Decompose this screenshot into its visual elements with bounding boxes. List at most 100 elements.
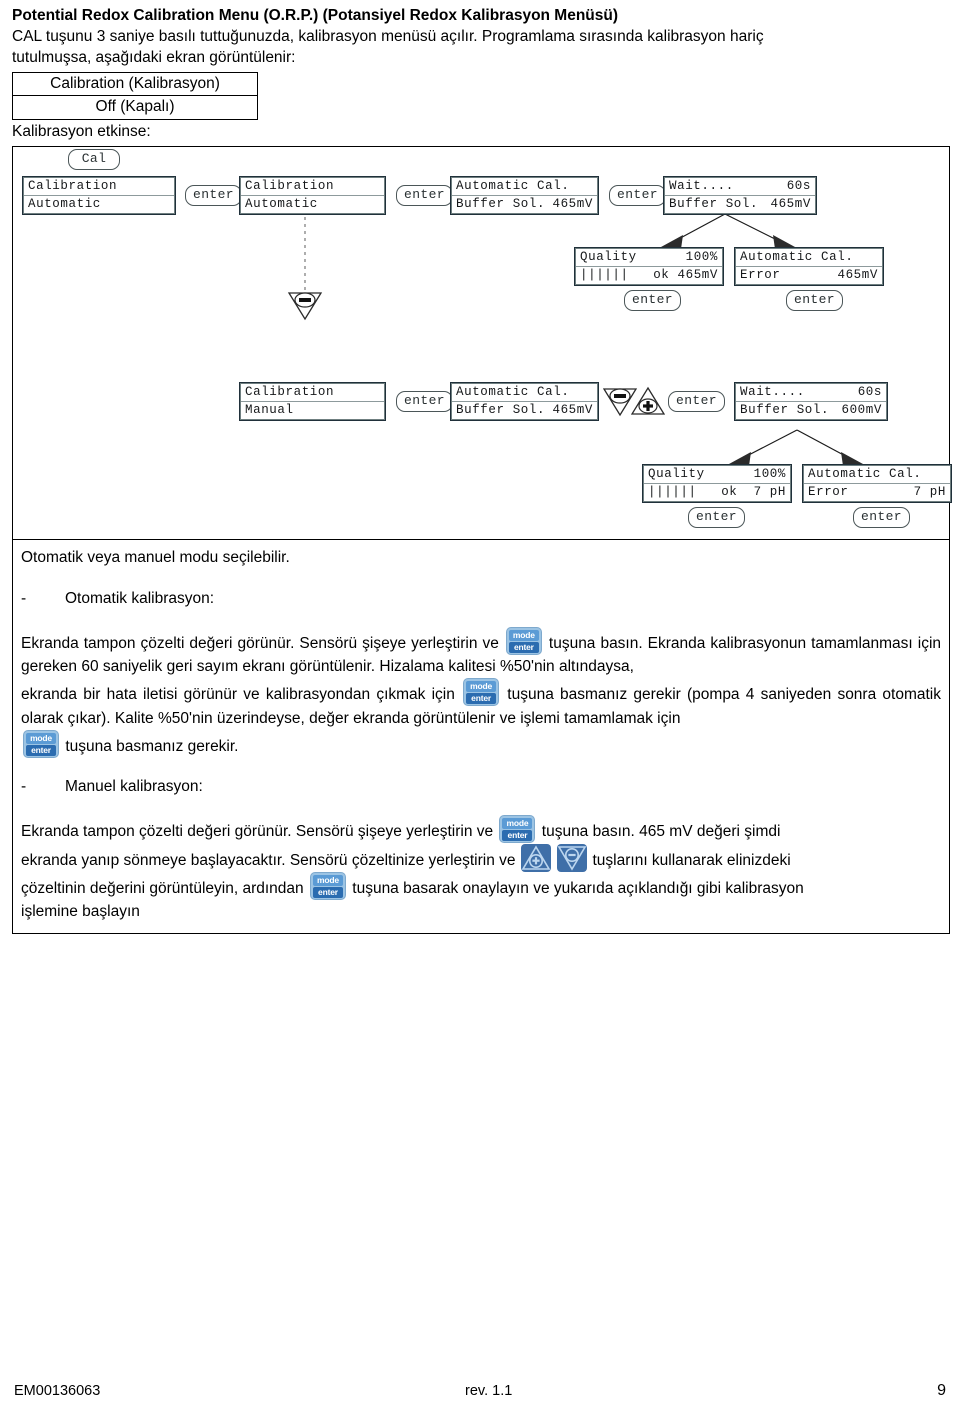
auto-p2-text-a: ekranda bir hata iletisi görünür ve kali… (21, 686, 455, 704)
lcd-auto-wait-line1-left: Wait.... (669, 179, 734, 194)
enter-key-error-auto[interactable]: enter (786, 290, 844, 312)
man-p1-text-a: Ekranda tampon çözelti değeri görünür. S… (21, 823, 494, 841)
lcd-auto-quality-line1-left: Quality (580, 250, 637, 265)
minus-key-icon-1[interactable] (287, 289, 323, 326)
mode-enter-key-top-label: mode (502, 818, 533, 830)
paragraph-auto-2: ekranda bir hata iletisi görünür ve kali… (21, 678, 941, 730)
mode-enter-key-bottom-label: enter (312, 886, 343, 898)
mode-enter-key-icon[interactable]: mode enter (23, 729, 59, 758)
mode-enter-key-icon[interactable]: mode enter (309, 871, 346, 900)
bullet-dash-auto: - (21, 589, 27, 607)
intro-line-1: CAL tuşunu 3 saniye basılı tuttuğunuzda,… (12, 28, 764, 46)
paragraph-manual-3: çözeltinin değerini görüntüleyin, ardınd… (21, 871, 941, 900)
lcd-manual-quality-line1-right: 100% (753, 467, 786, 482)
page-title: Potential Redox Calibration Menu (O.R.P.… (12, 7, 619, 24)
man-p2-text-a: ekranda yanıp sönmeye başlayacaktır. Sen… (21, 851, 516, 869)
mode-enter-key-top-label: mode (508, 629, 539, 641)
enter-key-quality-manual[interactable]: enter (688, 507, 746, 529)
lcd-auto-error-line2-left: Error (740, 268, 781, 283)
lcd-auto-quality-line2-right: ok 465mV (653, 268, 718, 283)
menu-row-calibration: Calibration (Kalibrasyon) (50, 74, 220, 92)
man-p3-text-b: tuşuna basarak onaylayın ve yukarıda açı… (352, 879, 804, 897)
lcd-auto-2-line1: Calibration (245, 179, 335, 194)
lcd-manual-error: Automatic Cal. Error 7 pH (802, 464, 952, 504)
enter-key-4[interactable]: enter (396, 391, 454, 413)
paragraph-manual-4: işlemine başlayın (21, 903, 140, 921)
content-frame: Cal Calibration Automatic enter Calibrat… (12, 146, 952, 935)
enter-key-1[interactable]: enter (185, 185, 243, 207)
enter-key-3[interactable]: enter (609, 185, 667, 207)
lcd-manual-screen-1: Calibration Manual (239, 382, 386, 422)
plus-key-icon[interactable] (630, 385, 666, 422)
menu-display-box: Calibration (Kalibrasyon) Off (Kapalı) (12, 71, 258, 121)
lcd-auto-screen-1: Calibration Automatic (22, 176, 176, 216)
lcd-auto-error-line1: Automatic Cal. (740, 250, 854, 265)
lcd-manual-2-line1: Automatic Cal. (456, 385, 570, 400)
paragraph-auto-3: mode enter tuşuna basmanız gerekir. (21, 729, 941, 758)
mode-enter-key-icon[interactable]: mode enter (463, 678, 500, 707)
lcd-manual-quality-bars: |||||| (648, 485, 697, 500)
lcd-manual-screen-2: Automatic Cal. Buffer Sol. 465mV (450, 382, 599, 422)
mode-enter-key-icon[interactable]: mode enter (499, 815, 536, 844)
intro-paragraph: CAL tuşunu 3 saniye basılı tuttuğunuzda,… (12, 27, 950, 68)
lcd-manual-error-line1: Automatic Cal. (808, 467, 922, 482)
down-arrow-minus-key-icon[interactable] (557, 843, 588, 872)
instructions-intro: Otomatik veya manuel modu seçilebilir. (21, 549, 290, 567)
man-p1-text-b: tuşuna basın. 465 mV değeri şimdi (541, 823, 781, 841)
document-page: Potential Redox Calibration Menu (O.R.P.… (0, 0, 960, 1422)
mode-enter-key-top-label: mode (466, 681, 497, 693)
bullet-dash-manual: - (21, 778, 27, 796)
cal-key[interactable]: Cal (68, 149, 120, 171)
lcd-auto-quality-bars: |||||| (580, 268, 629, 283)
mode-enter-key-top-label: mode (26, 732, 56, 744)
lcd-manual-2-line2-right: 465mV (552, 403, 593, 418)
lcd-auto-quality-line1-right: 100% (685, 250, 718, 265)
lcd-auto-error-line2-right: 465mV (837, 268, 878, 283)
lcd-manual-wait-line1-left: Wait.... (740, 385, 805, 400)
intro-line-2: tutulmuşsa, aşağıdaki ekran görüntülenir… (12, 48, 296, 66)
lcd-manual-wait-line2-right: 600mV (841, 403, 882, 418)
lcd-manual-2-line2-left: Buffer Sol. (456, 403, 546, 418)
instructions-cell: Otomatik veya manuel modu seçilebilir. -… (13, 539, 949, 933)
bullet-label-manual: Manuel kalibrasyon: (65, 778, 203, 796)
mode-enter-key-bottom-label: enter (502, 830, 533, 842)
flow-diagram-cell: Cal Calibration Automatic enter Calibrat… (13, 147, 952, 539)
mode-enter-key-icon[interactable]: mode enter (505, 626, 542, 655)
lcd-auto-screen-2: Calibration Automatic (239, 176, 386, 216)
lcd-manual-wait: Wait.... 60s Buffer Sol. 600mV (734, 382, 888, 422)
bullet-label-auto: Otomatik kalibrasyon: (65, 589, 215, 607)
bullet-manual: - Manuel kalibrasyon: (21, 775, 941, 798)
enter-key-5[interactable]: enter (668, 391, 726, 413)
lcd-manual-error-line2-left: Error (808, 485, 849, 500)
mode-enter-key-bottom-label: enter (466, 693, 497, 705)
enter-key-quality-auto[interactable]: enter (624, 290, 682, 312)
lcd-auto-wait-line1-right: 60s (786, 179, 811, 194)
man-p3-text-a: çözeltinin değerini görüntüleyin, ardınd… (21, 879, 304, 897)
lcd-manual-1-line1: Calibration (245, 385, 335, 400)
lcd-auto-3-line2-right: 465mV (552, 197, 593, 212)
lcd-manual-quality-line1-left: Quality (648, 467, 705, 482)
instructions-body: Otomatik veya manuel modu seçilebilir. -… (21, 546, 941, 923)
footer-page-number: 9 (937, 1382, 946, 1399)
up-arrow-plus-key-icon[interactable] (520, 843, 551, 872)
lcd-auto-1-line1: Calibration (28, 179, 118, 194)
auto-p3-text: tuşuna basmanız gerekir. (65, 737, 239, 755)
footer-revision: rev. 1.1 (465, 1383, 513, 1399)
lcd-manual-quality: Quality 100% |||||| ok 7 pH (642, 464, 792, 504)
enter-key-error-manual[interactable]: enter (853, 507, 911, 529)
enter-key-2[interactable]: enter (396, 185, 454, 207)
lcd-auto-3-line1: Automatic Cal. (456, 179, 570, 194)
mode-enter-key-bottom-label: enter (508, 641, 539, 653)
lcd-auto-screen-3: Automatic Cal. Buffer Sol. 465mV (450, 176, 599, 216)
lcd-auto-wait-line2-right: 465mV (770, 197, 811, 212)
lcd-manual-error-line2-right: 7 pH (913, 485, 946, 500)
page-footer: EM00136063 rev. 1.1 9 (0, 1382, 960, 1400)
mode-enter-key-bottom-label: enter (26, 744, 56, 756)
lcd-auto-3-line2-left: Buffer Sol. (456, 197, 546, 212)
lcd-auto-wait-line2-left: Buffer Sol. (669, 197, 759, 212)
lcd-auto-error: Automatic Cal. Error 465mV (734, 247, 884, 287)
lcd-auto-wait: Wait.... 60s Buffer Sol. 465mV (663, 176, 817, 216)
paragraph-manual-2: ekranda yanıp sönmeye başlayacaktır. Sen… (21, 843, 941, 872)
lcd-manual-1-line2: Manual (245, 403, 294, 418)
paragraph-auto-1: Ekranda tampon çözelti değeri görünür. S… (21, 626, 941, 679)
